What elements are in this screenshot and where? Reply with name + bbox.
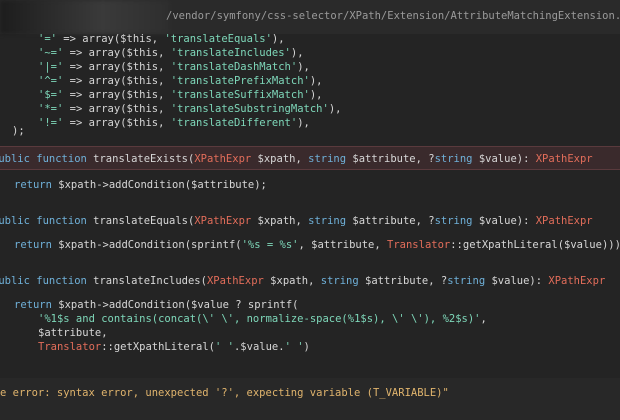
code-token: => array($this, [63, 75, 171, 87]
code-token: 'translateDashMatch' [170, 61, 298, 73]
code-token: '=' [38, 33, 57, 45]
code-line: return $xpath->addCondition(sprintf('%s … [14, 238, 620, 252]
code-token: ); [12, 125, 25, 137]
code-line: public function translateEquals(XPathExp… [0, 214, 612, 228]
code-token: ), [297, 61, 310, 73]
blurred-path-prefix [0, 0, 170, 34]
editor-header: /vendor/symfony/css-selector/XPath/Exten… [0, 0, 620, 34]
code-token: translateExists( [86, 153, 195, 165]
code-token: XPathExpr [194, 215, 252, 227]
code-line: return $xpath->addCondition($attribute); [14, 178, 620, 192]
code-token: => array($this, [63, 103, 171, 115]
code-token: '|=' [38, 61, 64, 73]
code-token: $xpath, [263, 275, 321, 287]
code-line: return $xpath->addCondition($value ? spr… [14, 298, 620, 312]
code-token: $attribute, [38, 327, 108, 339]
code-line: '*=' => array($this, 'translateSubstring… [38, 102, 620, 116]
code-token: $value): [485, 275, 549, 287]
code-line: '|=' => array($this, 'translateDashMatch… [38, 60, 620, 74]
code-token: return [14, 239, 52, 251]
code-token: public [0, 215, 30, 227]
code-token: string [434, 153, 473, 165]
code-token: public [0, 275, 30, 287]
code-token: XPathExpr [535, 215, 593, 227]
code-token: ::getXpathLiteral( [101, 341, 216, 353]
code-token: Translator [387, 239, 451, 251]
code-line: public function translateExists(XPathExp… [0, 152, 612, 166]
code-token: return [14, 299, 52, 311]
code-token: $value): [472, 215, 536, 227]
code-token: '%1$s and contains(concat(\' \', normali… [38, 313, 481, 325]
code-token: 'translatePrefixMatch' [170, 75, 310, 87]
code-token: public [0, 153, 30, 165]
code-token: string [308, 153, 347, 165]
code-token: '~=' [38, 47, 64, 59]
file-path: /vendor/symfony/css-selector/XPath/Exten… [166, 10, 620, 22]
code-line: '%1$s and contains(concat(\' \', normali… [38, 312, 620, 326]
code-line: '^=' => array($this, 'translatePrefixMat… [38, 74, 620, 88]
code-token: function [36, 215, 87, 227]
code-token: => array($this, [63, 89, 171, 101]
code-token: return [14, 179, 52, 191]
code-token: $xpath->addCondition($attribute); [51, 179, 267, 191]
code-token: $xpath, [251, 215, 309, 227]
code-token: string [308, 215, 347, 227]
code-token: 'translateSuffixMatch' [170, 89, 310, 101]
code-token: 'translateSubstringMatch' [170, 103, 329, 115]
code-token: ), [290, 47, 304, 59]
code-token: XPathExpr [535, 153, 593, 165]
code-token: $attribute, ? [346, 153, 435, 165]
code-token: , $attribute, [298, 239, 388, 251]
code-token: ' ' [284, 341, 304, 353]
code-token: string [320, 275, 359, 287]
code-token: $xpath, [251, 153, 309, 165]
error-message: e error: syntax error, unexpected '?', e… [0, 387, 449, 399]
code-token: ::getXpathLiteral($value))); [450, 239, 620, 251]
code-token: translateIncludes( [86, 275, 207, 287]
code-token: ), [309, 75, 323, 87]
code-token: 'translateIncludes' [170, 47, 291, 59]
code-token: '^=' [38, 75, 64, 87]
code-line: Translator::getXpathLiteral(' '.$value.'… [38, 340, 620, 354]
code-token: XPathExpr [206, 275, 264, 287]
code-token: ) [303, 341, 310, 353]
code-line: $attribute, [38, 326, 620, 340]
code-token: '$=' [38, 89, 64, 101]
code-token: 'translateEquals' [164, 33, 272, 45]
code-token: ' ' [215, 341, 234, 353]
code-token: '%s = %s' [241, 239, 299, 251]
code-token: $value): [472, 153, 536, 165]
code-token: XPathExpr [194, 153, 252, 165]
code-token: Translator [38, 341, 102, 353]
code-line: '~=' => array($this, 'translateIncludes'… [38, 46, 620, 60]
code-token: string [434, 215, 473, 227]
code-token: $xpath->addCondition(sprintf( [51, 239, 242, 251]
code-token: translateEquals( [86, 215, 195, 227]
code-line: '$=' => array($this, 'translateSuffixMat… [38, 88, 620, 102]
code-token: ), [271, 33, 285, 45]
code-token: string [447, 275, 486, 287]
code-token: $attribute, ? [346, 215, 435, 227]
code-token: ), [328, 103, 342, 115]
code-token: , [480, 313, 487, 325]
code-line: ); [12, 124, 620, 138]
code-token: function [36, 153, 87, 165]
code-line: '=' => array($this, 'translateEquals'), [38, 32, 620, 46]
code-token: => array($this, [63, 61, 171, 73]
code-token: $attribute, ? [358, 275, 448, 287]
code-token: $xpath->addCondition($value ? sprintf( [51, 299, 299, 311]
code-token: XPathExpr [548, 275, 606, 287]
code-token: '*=' [38, 103, 64, 115]
code-line: public function translateIncludes(XPathE… [0, 274, 612, 288]
code-token: => array($this, [63, 47, 171, 59]
code-token: .$value. [233, 341, 285, 353]
code-token: ), [309, 89, 323, 101]
code-token: function [36, 275, 87, 287]
code-token: => array($this, [56, 33, 165, 45]
